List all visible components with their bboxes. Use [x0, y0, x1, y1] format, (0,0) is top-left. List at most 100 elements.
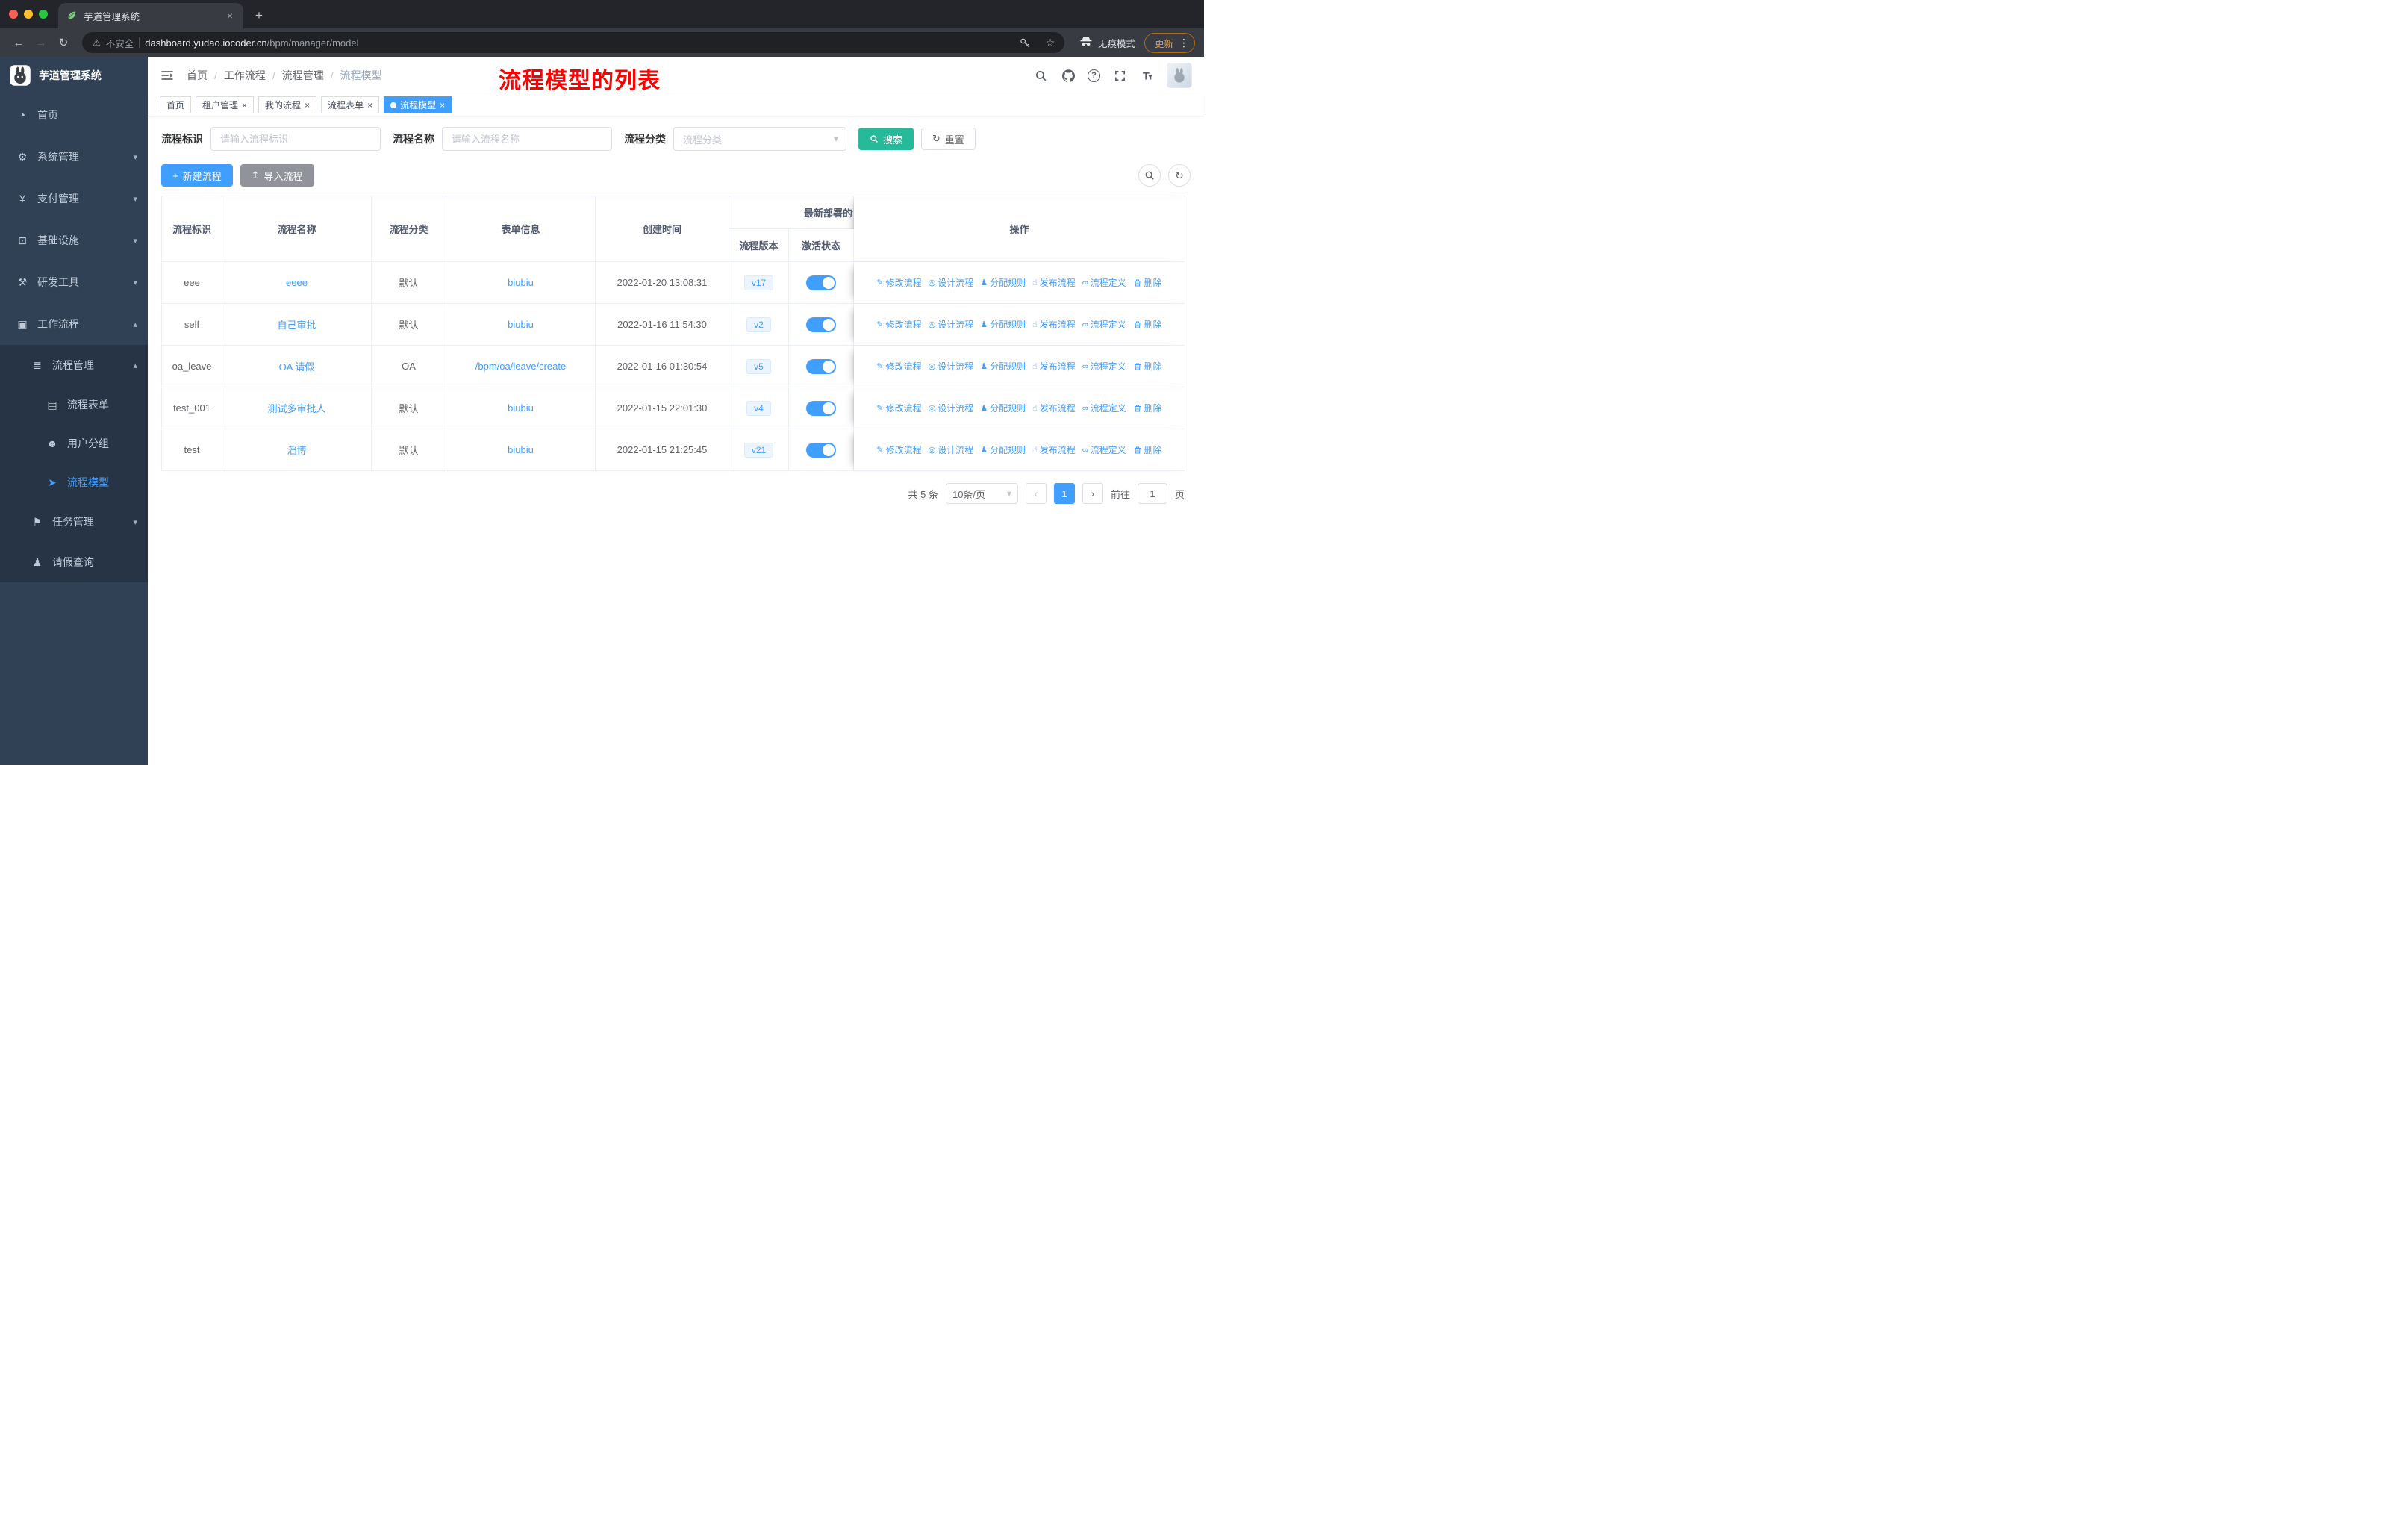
sidebar-item-infrastructure[interactable]: ⊡ 基础设施 ▾: [0, 219, 148, 261]
delete-action[interactable]: 删除: [1133, 276, 1162, 289]
process-name-link[interactable]: OA 请假: [279, 361, 315, 373]
category-select[interactable]: 流程分类 ▾: [673, 127, 846, 151]
sidebar-item-process-management[interactable]: ≣ 流程管理 ▴: [0, 345, 148, 385]
delete-action[interactable]: 删除: [1133, 402, 1162, 414]
active-toggle[interactable]: [806, 442, 836, 458]
design-action[interactable]: ◎ 设计流程: [929, 318, 974, 331]
delete-action[interactable]: 删除: [1133, 443, 1162, 456]
sidebar-item-payment-management[interactable]: ¥ 支付管理 ▾: [0, 178, 148, 219]
assign-rules-action[interactable]: ♟ 分配规则: [980, 360, 1026, 373]
new-tab-button[interactable]: +: [249, 6, 269, 25]
definition-action[interactable]: ∞ 流程定义: [1082, 443, 1126, 456]
avatar[interactable]: [1167, 63, 1192, 88]
tag-tenant-management[interactable]: 租户管理 ×: [196, 96, 255, 113]
sidebar-item-process-model[interactable]: ➤ 流程模型: [0, 463, 148, 502]
fullscreen-icon[interactable]: [1111, 67, 1128, 84]
design-action[interactable]: ◎ 设计流程: [929, 276, 974, 289]
window-close-button[interactable]: [9, 10, 18, 19]
sidebar-item-user-group[interactable]: ☻ 用户分组: [0, 424, 148, 463]
refresh-table-button[interactable]: ↻: [1168, 164, 1191, 187]
prev-page-button[interactable]: ‹: [1025, 483, 1047, 504]
tab-close-icon[interactable]: ×: [224, 10, 236, 22]
breadcrumb-item[interactable]: 流程管理: [282, 68, 324, 83]
tag-close-icon[interactable]: ×: [440, 101, 445, 110]
browser-tab[interactable]: 芋道管理系统 ×: [58, 3, 243, 28]
sidebar-item-system-management[interactable]: ⚙ 系统管理 ▾: [0, 136, 148, 178]
design-action[interactable]: ◎ 设计流程: [929, 402, 974, 414]
form-info-link[interactable]: biubiu: [508, 277, 534, 288]
sidebar-item-leave-query[interactable]: ♟ 请假查询: [0, 542, 148, 582]
password-key-icon[interactable]: [1016, 33, 1035, 52]
form-info-link[interactable]: /bpm/oa/leave/create: [475, 361, 566, 372]
edit-action[interactable]: ✎ 修改流程: [876, 318, 921, 331]
next-page-button[interactable]: ›: [1082, 483, 1103, 504]
edit-action[interactable]: ✎ 修改流程: [876, 402, 921, 414]
delete-action[interactable]: 删除: [1133, 360, 1162, 373]
publish-action[interactable]: ☝ 发布流程: [1032, 318, 1076, 331]
bookmark-star-icon[interactable]: ☆: [1041, 33, 1060, 52]
tag-process-form[interactable]: 流程表单 ×: [321, 96, 380, 113]
back-button[interactable]: ←: [9, 33, 28, 52]
edit-action[interactable]: ✎ 修改流程: [876, 276, 921, 289]
breadcrumb-item[interactable]: 首页: [187, 68, 208, 83]
sidebar-item-workflow[interactable]: ▣ 工作流程 ▴: [0, 303, 148, 345]
breadcrumb-item[interactable]: 工作流程: [224, 68, 266, 83]
design-action[interactable]: ◎ 设计流程: [929, 443, 974, 456]
active-toggle[interactable]: [806, 275, 836, 290]
help-icon[interactable]: ?: [1088, 69, 1100, 82]
tag-home[interactable]: 首页: [160, 96, 192, 113]
publish-action[interactable]: ☝ 发布流程: [1032, 360, 1076, 373]
design-action[interactable]: ◎ 设计流程: [929, 360, 974, 373]
publish-action[interactable]: ☝ 发布流程: [1032, 276, 1076, 289]
tag-my-process[interactable]: 我的流程 ×: [258, 96, 317, 113]
reset-button[interactable]: ↻ 重置: [921, 128, 976, 150]
address-bar[interactable]: ⚠ 不安全 dashboard.yudao.iocoder.cn/bpm/man…: [82, 32, 1064, 53]
process-name-link[interactable]: 测试多审批人: [267, 403, 325, 414]
github-icon[interactable]: [1060, 67, 1076, 84]
form-info-link[interactable]: biubiu: [508, 444, 534, 455]
sidebar-item-home[interactable]: ◔ 首页: [0, 94, 148, 136]
search-button[interactable]: 搜索: [858, 128, 914, 150]
publish-action[interactable]: ☝ 发布流程: [1032, 443, 1076, 456]
tag-process-model[interactable]: 流程模型 ×: [384, 96, 452, 113]
update-button[interactable]: 更新 ⋮: [1144, 32, 1195, 53]
forward-button[interactable]: →: [31, 33, 51, 52]
tag-close-icon[interactable]: ×: [367, 101, 372, 110]
tag-close-icon[interactable]: ×: [242, 101, 247, 110]
active-toggle[interactable]: [806, 317, 836, 332]
process-name-link[interactable]: 滔博: [287, 445, 306, 456]
create-model-button[interactable]: + 新建流程: [161, 164, 233, 187]
definition-action[interactable]: ∞ 流程定义: [1082, 360, 1126, 373]
form-info-link[interactable]: biubiu: [508, 319, 534, 330]
delete-action[interactable]: 删除: [1133, 318, 1162, 331]
page-1-button[interactable]: 1: [1053, 483, 1075, 504]
process-key-input[interactable]: [210, 127, 381, 151]
toggle-search-button[interactable]: [1138, 164, 1161, 187]
edit-action[interactable]: ✎ 修改流程: [876, 443, 921, 456]
edit-action[interactable]: ✎ 修改流程: [876, 360, 921, 373]
sidebar-item-task-management[interactable]: ⚑ 任务管理 ▾: [0, 502, 148, 542]
font-size-icon[interactable]: [1139, 67, 1155, 84]
window-minimize-button[interactable]: [24, 10, 33, 19]
window-zoom-button[interactable]: [39, 10, 48, 19]
assign-rules-action[interactable]: ♟ 分配规则: [980, 318, 1026, 331]
process-name-input[interactable]: [442, 127, 612, 151]
publish-action[interactable]: ☝ 发布流程: [1032, 402, 1076, 414]
definition-action[interactable]: ∞ 流程定义: [1082, 276, 1126, 289]
search-icon[interactable]: [1032, 67, 1049, 84]
assign-rules-action[interactable]: ♟ 分配规则: [980, 402, 1026, 414]
import-model-button[interactable]: ↥ 导入流程: [240, 164, 314, 187]
process-name-link[interactable]: eeee: [286, 277, 308, 288]
sidebar-item-process-form[interactable]: ▤ 流程表单: [0, 385, 148, 424]
kebab-menu-icon[interactable]: ⋮: [1179, 37, 1189, 49]
process-name-link[interactable]: 自己审批: [277, 320, 316, 331]
assign-rules-action[interactable]: ♟ 分配规则: [980, 443, 1026, 456]
hamburger-icon[interactable]: [160, 68, 175, 83]
form-info-link[interactable]: biubiu: [508, 402, 534, 414]
definition-action[interactable]: ∞ 流程定义: [1082, 402, 1126, 414]
assign-rules-action[interactable]: ♟ 分配规则: [980, 276, 1026, 289]
goto-page-input[interactable]: [1137, 483, 1167, 504]
page-size-select[interactable]: 10条/页 ▾: [945, 483, 1018, 504]
definition-action[interactable]: ∞ 流程定义: [1082, 318, 1126, 331]
sidebar-item-dev-tools[interactable]: ⚒ 研发工具 ▾: [0, 261, 148, 303]
